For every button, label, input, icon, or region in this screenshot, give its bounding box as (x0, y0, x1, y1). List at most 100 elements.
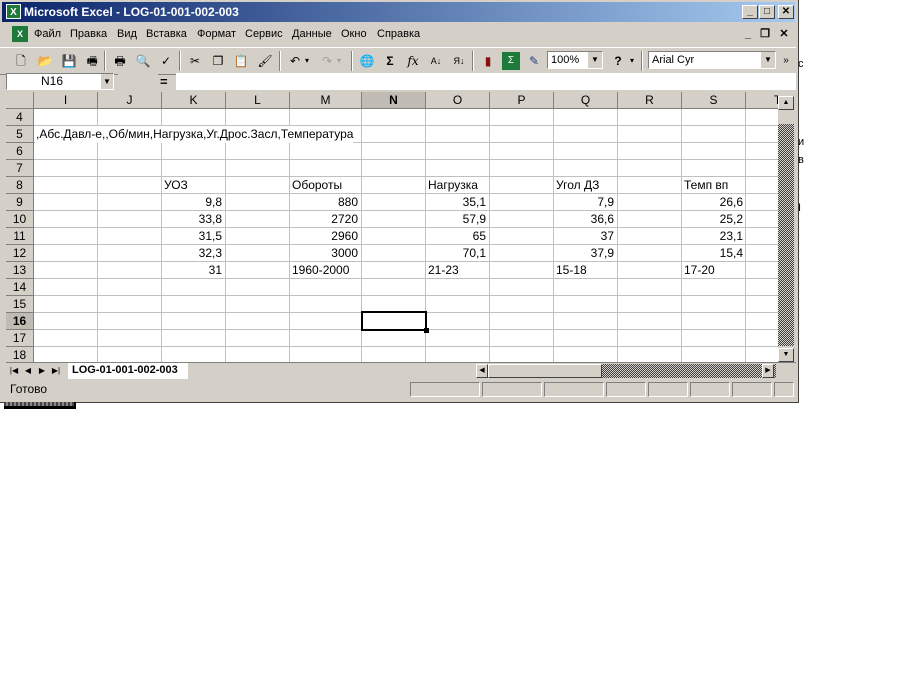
hyperlink-icon[interactable]: 🌐 (358, 52, 376, 70)
workbook-icon[interactable]: X (12, 26, 28, 42)
map-icon[interactable]: Σ (502, 52, 520, 70)
menu-file[interactable]: Файл (34, 28, 61, 40)
row-header-6[interactable]: 6 (6, 143, 34, 160)
sheet-tab[interactable]: LOG-01-001-002-003 (68, 363, 188, 379)
first-sheet-icon[interactable]: |◀ (8, 365, 20, 377)
column-header-J[interactable]: J (98, 92, 162, 109)
toolbar-options-icon[interactable]: » (780, 52, 792, 70)
row-header-8[interactable]: 8 (6, 177, 34, 194)
row-header-9[interactable]: 9 (6, 194, 34, 211)
scroll-left-arrow-icon[interactable]: ◀ (476, 364, 488, 378)
menu-view[interactable]: Вид (117, 28, 137, 40)
menu-window[interactable]: Окно (341, 28, 367, 40)
menu-format[interactable]: Формат (197, 28, 236, 40)
undo-dropdown-icon[interactable]: ▾ (302, 52, 312, 70)
column-header-K[interactable]: K (162, 92, 226, 109)
font-select[interactable]: Arial Cyr ▼ (648, 51, 776, 69)
scroll-up-arrow-icon[interactable]: ▲ (778, 96, 794, 110)
cell-M9[interactable]: 880 (290, 194, 358, 211)
print-preview-icon[interactable]: 🔍 (134, 52, 152, 70)
scroll-track[interactable] (778, 124, 794, 346)
cell-O12[interactable]: 70,1 (426, 245, 486, 262)
horizontal-scroll-thumb[interactable] (488, 364, 602, 378)
workbook-minimize-button[interactable]: _ (740, 27, 756, 41)
open-icon[interactable]: 📂 (36, 52, 54, 70)
row-header-13[interactable]: 13 (6, 262, 34, 279)
active-cell-N16[interactable] (361, 311, 429, 333)
sort-descending-icon[interactable]: Я↓ (450, 52, 468, 70)
permission-icon[interactable]: 🖷 (83, 52, 101, 70)
close-button[interactable]: ✕ (778, 5, 794, 19)
column-header-P[interactable]: P (490, 92, 554, 109)
title-bar[interactable]: X Microsoft Excel - LOG-01-001-002-003 _… (2, 2, 795, 22)
cell-S10[interactable]: 25,2 (682, 211, 743, 228)
new-icon[interactable]: 🗋 (12, 52, 30, 70)
cell-O9[interactable]: 35,1 (426, 194, 486, 211)
cell-Q13[interactable]: 15-18 (556, 262, 587, 279)
chevron-down-icon[interactable]: ▼ (587, 52, 602, 68)
cell-M10[interactable]: 2720 (290, 211, 358, 228)
cell-Q9[interactable]: 7,9 (554, 194, 614, 211)
row-header-12[interactable]: 12 (6, 245, 34, 262)
cell-K12[interactable]: 32,3 (162, 245, 222, 262)
prev-sheet-icon[interactable]: ◀ (22, 365, 34, 377)
column-header-M[interactable]: M (290, 92, 362, 109)
column-header-L[interactable]: L (226, 92, 290, 109)
cell-O10[interactable]: 57,9 (426, 211, 486, 228)
help-dropdown-icon[interactable]: ▾ (627, 52, 637, 70)
paste-icon[interactable]: 📋 (232, 52, 250, 70)
workbook-close-button[interactable]: ✕ (776, 27, 792, 41)
cell-M12[interactable]: 3000 (290, 245, 358, 262)
cell-K8[interactable]: УОЗ (164, 177, 188, 194)
function-icon[interactable]: fx (404, 52, 422, 70)
cell-M11[interactable]: 2960 (290, 228, 358, 245)
redo-dropdown-icon[interactable]: ▾ (334, 52, 344, 70)
cell-M8[interactable]: Обороты (292, 177, 342, 194)
column-header-O[interactable]: O (426, 92, 490, 109)
column-header-I[interactable]: I (34, 92, 98, 109)
cut-icon[interactable]: ✂ (186, 52, 204, 70)
row-header-18[interactable]: 18 (6, 347, 34, 362)
column-header-Q[interactable]: Q (554, 92, 618, 109)
zoom-select[interactable]: 100% ▼ (547, 51, 603, 69)
chevron-down-icon[interactable]: ▼ (101, 74, 113, 89)
help-icon[interactable]: ? (609, 52, 627, 70)
cell-Q12[interactable]: 37,9 (554, 245, 614, 262)
excel-icon[interactable]: X (6, 4, 21, 19)
drawing-icon[interactable]: ✎ (525, 52, 543, 70)
menu-tools[interactable]: Сервис (245, 28, 283, 40)
cell-O8[interactable]: Нагрузка (428, 177, 478, 194)
chart-wizard-icon[interactable]: ▮ (479, 52, 497, 70)
maximize-button[interactable]: □ (759, 5, 775, 19)
cell-I5[interactable]: ,Абс.Давл-е,,Об/мин,Нагрузка,Уг.Дрос.Зас… (35, 126, 354, 143)
spelling-icon[interactable]: ✓ (157, 52, 175, 70)
cell-Q11[interactable]: 37 (554, 228, 614, 245)
formula-input[interactable] (176, 73, 796, 90)
cell-S11[interactable]: 23,1 (682, 228, 743, 245)
row-header-14[interactable]: 14 (6, 279, 34, 296)
save-icon[interactable]: 💾 (60, 52, 78, 70)
next-sheet-icon[interactable]: ▶ (36, 365, 48, 377)
edit-formula-button[interactable]: = (160, 74, 168, 89)
row-header-17[interactable]: 17 (6, 330, 34, 347)
last-sheet-icon[interactable]: ▶| (50, 365, 62, 377)
scroll-down-arrow-icon[interactable]: ▼ (778, 348, 794, 362)
cell-S12[interactable]: 15,4 (682, 245, 743, 262)
cell-O11[interactable]: 65 (426, 228, 486, 245)
row-header-16[interactable]: 16 (6, 313, 34, 330)
select-all-corner[interactable] (6, 92, 34, 109)
column-header-R[interactable]: R (618, 92, 682, 109)
vertical-scrollbar[interactable]: ▲ ▼ (778, 92, 794, 362)
menu-edit[interactable]: Правка (70, 28, 107, 40)
workbook-restore-button[interactable]: ❐ (757, 27, 773, 41)
print-icon[interactable]: 🖶 (111, 52, 129, 70)
cell-K13[interactable]: 31 (162, 262, 222, 279)
column-header-S[interactable]: S (682, 92, 746, 109)
cell-S13[interactable]: 17-20 (684, 262, 715, 279)
row-header-7[interactable]: 7 (6, 160, 34, 177)
row-header-5[interactable]: 5 (6, 126, 34, 143)
menu-insert[interactable]: Вставка (146, 28, 187, 40)
minimize-button[interactable]: _ (742, 5, 758, 19)
format-painter-icon[interactable]: 🖌 (256, 52, 274, 70)
cell-Q8[interactable]: Угол ДЗ (556, 177, 599, 194)
